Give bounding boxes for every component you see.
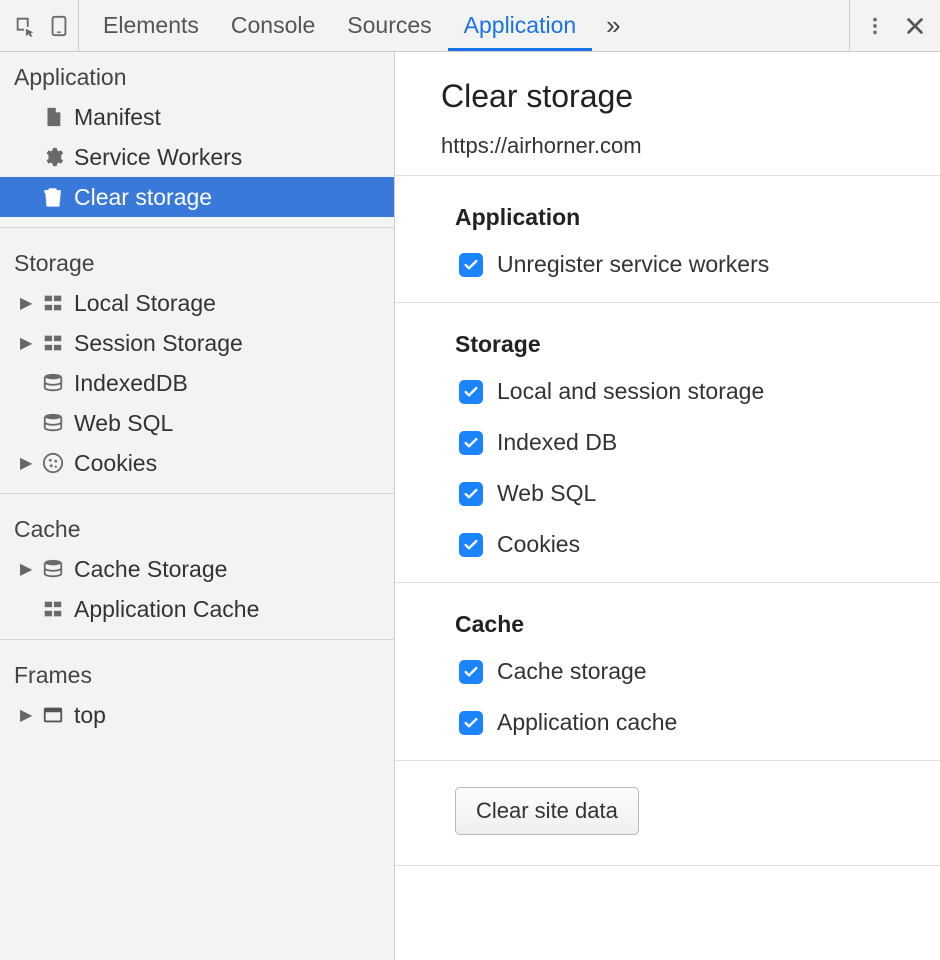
- toolbar-left-icons: [0, 0, 79, 51]
- table-icon: [42, 598, 64, 620]
- sidebar-item-label: Application Cache: [74, 596, 259, 623]
- tab-sources[interactable]: Sources: [331, 0, 447, 51]
- checkbox-label: Cookies: [497, 531, 580, 558]
- sidebar-item-local-storage[interactable]: ▶ Local Storage: [0, 283, 394, 323]
- sidebar-item-application-cache[interactable]: ▶ Application Cache: [0, 589, 394, 629]
- sidebar-item-label: IndexedDB: [74, 370, 188, 397]
- sidebar-item-manifest[interactable]: ▶ Manifest: [0, 97, 394, 137]
- database-icon: [42, 372, 64, 394]
- sidebar-item-label: top: [74, 702, 106, 729]
- checkbox-label: Application cache: [497, 709, 677, 736]
- sidebar-item-label: Session Storage: [74, 330, 243, 357]
- kebab-menu-icon[interactable]: [864, 15, 886, 37]
- toolbar-right-icons: [849, 0, 940, 51]
- sidebar-item-web-sql[interactable]: ▶ Web SQL: [0, 403, 394, 443]
- device-mode-icon[interactable]: [48, 15, 70, 37]
- tab-elements[interactable]: Elements: [87, 0, 215, 51]
- sidebar-group-cache: Cache: [0, 504, 394, 549]
- sidebar-item-cache-storage[interactable]: ▶ Cache Storage: [0, 549, 394, 589]
- devtools-toolbar: Elements Console Sources Application »: [0, 0, 940, 52]
- chevron-right-icon[interactable]: ▶: [20, 559, 32, 579]
- check-row-indexed-db[interactable]: Indexed DB: [395, 415, 940, 466]
- tab-console[interactable]: Console: [215, 0, 331, 51]
- frame-icon: [42, 704, 64, 726]
- section-cache-title: Cache: [395, 583, 940, 648]
- checkbox-label: Local and session storage: [497, 378, 764, 405]
- checkbox-label: Web SQL: [497, 480, 596, 507]
- clear-site-data-button[interactable]: Clear site data: [455, 787, 639, 835]
- chevron-right-icon[interactable]: ▶: [20, 333, 32, 353]
- sidebar-item-service-workers[interactable]: ▶ Service Workers: [0, 137, 394, 177]
- sidebar-item-label: Clear storage: [74, 184, 212, 211]
- database-icon: [42, 412, 64, 434]
- check-row-application-cache[interactable]: Application cache: [395, 695, 940, 746]
- checkbox-checked-icon[interactable]: [459, 660, 483, 684]
- sidebar-group-frames: Frames: [0, 650, 394, 695]
- sidebar-item-label: Cookies: [74, 450, 157, 477]
- check-row-cookies[interactable]: Cookies: [395, 517, 940, 568]
- tabs-overflow-icon[interactable]: »: [592, 0, 634, 51]
- toolbar-tabs: Elements Console Sources Application »: [79, 0, 849, 51]
- sidebar-item-label: Manifest: [74, 104, 161, 131]
- check-row-unregister-sw[interactable]: Unregister service workers: [395, 241, 940, 288]
- checkbox-label: Cache storage: [497, 658, 647, 685]
- application-sidebar: Application ▶ Manifest ▶ Service Workers…: [0, 52, 395, 960]
- checkbox-checked-icon[interactable]: [459, 380, 483, 404]
- sidebar-item-indexeddb[interactable]: ▶ IndexedDB: [0, 363, 394, 403]
- checkbox-checked-icon[interactable]: [459, 533, 483, 557]
- sidebar-item-label: Cache Storage: [74, 556, 227, 583]
- gear-icon: [42, 146, 64, 168]
- check-row-cache-storage[interactable]: Cache storage: [395, 648, 940, 695]
- chevron-right-icon[interactable]: ▶: [20, 293, 32, 313]
- sidebar-item-label: Local Storage: [74, 290, 216, 317]
- trash-icon: [42, 186, 64, 208]
- checkbox-checked-icon[interactable]: [459, 711, 483, 735]
- section-storage-title: Storage: [395, 303, 940, 368]
- page-title: Clear storage: [441, 78, 894, 115]
- table-icon: [42, 292, 64, 314]
- inspect-element-icon[interactable]: [14, 15, 36, 37]
- sidebar-item-clear-storage[interactable]: ▶ Clear storage: [0, 177, 394, 217]
- sidebar-group-application: Application: [0, 52, 394, 97]
- check-row-web-sql[interactable]: Web SQL: [395, 466, 940, 517]
- origin-label: https://airhorner.com: [441, 133, 894, 159]
- checkbox-label: Indexed DB: [497, 429, 617, 456]
- clear-storage-panel: Clear storage https://airhorner.com Appl…: [395, 52, 940, 960]
- sidebar-group-storage: Storage: [0, 238, 394, 283]
- section-application-title: Application: [395, 176, 940, 241]
- chevron-right-icon[interactable]: ▶: [20, 705, 32, 725]
- close-icon[interactable]: [904, 15, 926, 37]
- database-icon: [42, 558, 64, 580]
- sidebar-item-label: Service Workers: [74, 144, 242, 171]
- sidebar-item-frames-top[interactable]: ▶ top: [0, 695, 394, 735]
- check-row-local-session[interactable]: Local and session storage: [395, 368, 940, 415]
- checkbox-checked-icon[interactable]: [459, 482, 483, 506]
- tab-application[interactable]: Application: [448, 0, 593, 51]
- sidebar-item-session-storage[interactable]: ▶ Session Storage: [0, 323, 394, 363]
- checkbox-checked-icon[interactable]: [459, 253, 483, 277]
- checkbox-label: Unregister service workers: [497, 251, 769, 278]
- document-icon: [42, 106, 64, 128]
- checkbox-checked-icon[interactable]: [459, 431, 483, 455]
- sidebar-item-cookies[interactable]: ▶ Cookies: [0, 443, 394, 483]
- sidebar-item-label: Web SQL: [74, 410, 173, 437]
- cookie-icon: [42, 452, 64, 474]
- table-icon: [42, 332, 64, 354]
- chevron-right-icon[interactable]: ▶: [20, 453, 32, 473]
